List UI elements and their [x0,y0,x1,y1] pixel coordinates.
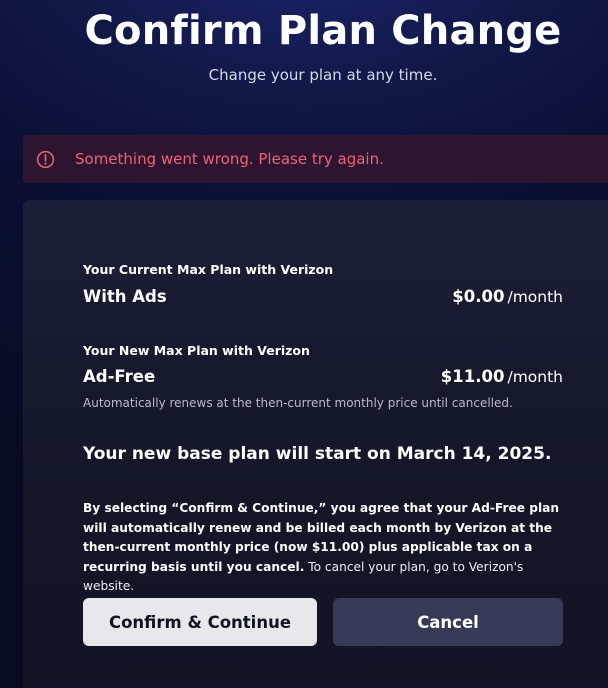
new-plan-period: /month [507,368,563,386]
renewal-note: Automatically renews at the then-current… [83,396,513,410]
new-plan-price: $11.00 /month [441,367,563,386]
page-title: Confirm Plan Change [84,8,562,54]
cancel-button[interactable]: Cancel [333,598,563,646]
new-plan-name: Ad-Free [83,367,156,386]
legal-disclaimer: By selecting “Confirm & Continue,” you a… [83,499,573,597]
current-plan-period: /month [507,288,563,306]
error-banner: Something went wrong. Please try again. [23,135,608,183]
error-message: Something went wrong. Please try again. [75,150,384,168]
confirm-continue-button[interactable]: Confirm & Continue [83,598,317,646]
new-plan-label: Your New Max Plan with Verizon [83,343,310,358]
current-plan-name: With Ads [83,287,167,306]
current-plan-price: $0.00 /month [452,287,563,306]
new-plan-amount: $11.00 [440,367,505,386]
alert-circle-icon [36,150,55,169]
page-subtitle: Change your plan at any time. [208,66,438,84]
current-plan-amount: $0.00 [452,287,505,306]
plan-start-notice: Your new base plan will start on March 1… [83,444,552,464]
current-plan-label: Your Current Max Plan with Verizon [83,262,334,277]
